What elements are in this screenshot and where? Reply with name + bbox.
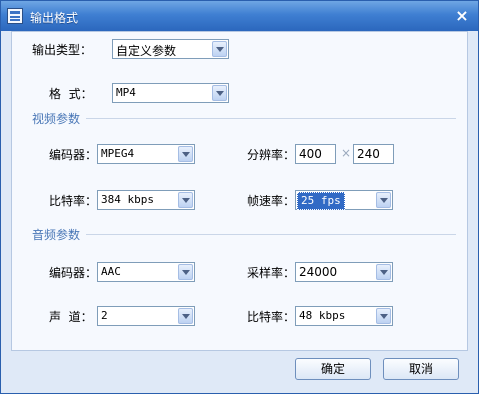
cancel-button[interactable]: 取消 xyxy=(383,358,459,380)
audio-encoder-label: 编码器： xyxy=(49,266,98,280)
chevron-down-icon[interactable] xyxy=(178,264,193,280)
chevron-down-icon[interactable] xyxy=(212,41,227,57)
video-bitrate-value: 384 kbps xyxy=(101,193,154,206)
output-type-label: 输出类型： xyxy=(32,43,93,57)
channels-select[interactable]: 2 xyxy=(97,306,195,326)
resolution-separator: × xyxy=(341,146,352,160)
video-encoder-value: MPEG4 xyxy=(101,147,135,160)
resolution-label: 分辨率： xyxy=(247,148,296,162)
chevron-down-icon[interactable] xyxy=(178,308,193,324)
chevron-down-icon[interactable] xyxy=(376,264,391,280)
divider xyxy=(86,234,456,235)
audio-bitrate-select[interactable]: 48 kbps xyxy=(295,306,393,326)
format-select[interactable]: MP4 xyxy=(112,83,229,103)
output-type-value: 自定义参数 xyxy=(116,44,177,58)
chevron-down-icon[interactable] xyxy=(212,85,227,101)
audio-bitrate-label: 比特率： xyxy=(247,310,296,324)
video-encoder-label: 编码器： xyxy=(49,148,98,162)
samplerate-value: 24000 xyxy=(299,265,338,279)
dialog-title: 输出格式 xyxy=(30,11,79,25)
settings-panel: 输出类型： 自定义参数 格 式： MP4 视频参数 编码器： MPEG4 分辨率… xyxy=(11,31,468,351)
audio-section-title: 音频参数 xyxy=(32,228,81,242)
resolution-width-value: 400 xyxy=(299,147,322,161)
chevron-down-icon[interactable] xyxy=(376,308,391,324)
divider xyxy=(86,118,456,119)
output-format-dialog: 输出格式 × 输出类型： 自定义参数 格 式： MP4 视频参数 编码器： MP… xyxy=(0,0,479,394)
title-bar[interactable]: 输出格式 × xyxy=(1,1,478,31)
channels-label: 声 道： xyxy=(49,310,93,324)
video-bitrate-label: 比特率： xyxy=(49,194,98,208)
video-section-title: 视频参数 xyxy=(32,112,81,126)
ok-button[interactable]: 确定 xyxy=(295,358,371,380)
audio-bitrate-value: 48 kbps xyxy=(299,309,346,322)
audio-encoder-value: AAC xyxy=(101,265,121,278)
format-label: 格 式： xyxy=(49,87,93,101)
framerate-value: 25 fps xyxy=(297,192,345,210)
app-icon xyxy=(7,8,23,24)
video-encoder-select[interactable]: MPEG4 xyxy=(97,144,195,164)
framerate-label: 帧速率： xyxy=(247,194,296,208)
resolution-height-value: 240 xyxy=(357,147,380,161)
video-bitrate-select[interactable]: 384 kbps xyxy=(97,190,195,210)
samplerate-label: 采样率： xyxy=(247,266,296,280)
audio-encoder-select[interactable]: AAC xyxy=(97,262,195,282)
resolution-width-input[interactable]: 400 xyxy=(295,144,336,164)
framerate-select[interactable]: 25 fps xyxy=(295,190,393,210)
channels-value: 2 xyxy=(101,309,108,322)
output-type-select[interactable]: 自定义参数 xyxy=(112,39,229,59)
close-icon[interactable]: × xyxy=(453,7,471,25)
chevron-down-icon[interactable] xyxy=(178,192,193,208)
chevron-down-icon[interactable] xyxy=(376,192,391,208)
format-value: MP4 xyxy=(116,86,136,99)
chevron-down-icon[interactable] xyxy=(178,146,193,162)
samplerate-select[interactable]: 24000 xyxy=(295,262,393,282)
resolution-height-input[interactable]: 240 xyxy=(353,144,394,164)
